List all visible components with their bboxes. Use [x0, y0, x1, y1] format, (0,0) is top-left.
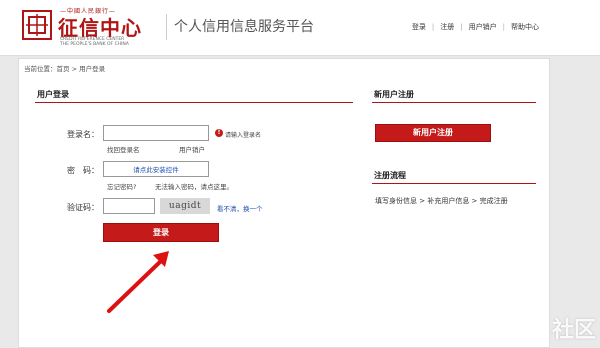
help-center-link[interactable]: 帮助中心 [511, 23, 539, 31]
site-watermark: 社区 [551, 318, 596, 343]
breadcrumb: 当前位置：首页 > 用户登录 [24, 65, 106, 73]
cannot-input-password-link[interactable]: 无法输入密码，请点这里。 [155, 181, 233, 191]
username-input[interactable] [103, 125, 209, 141]
process-section-title: 注册流程 [374, 171, 406, 180]
link-separator: | [502, 23, 505, 31]
install-control-link[interactable]: 请点此安装控件 [104, 162, 208, 178]
username-label: 登录名： [67, 130, 99, 139]
captcha-refresh: 看不清，换一个 [217, 203, 263, 213]
register-process-steps: 填写身份信息 > 补充用户信息 > 完成注册 [375, 197, 508, 205]
logo-english: CREDIT REFERENCE CENTER THE PEOPLE'S BAN… [60, 37, 160, 47]
captcha-image[interactable]: uagidt [160, 198, 210, 214]
warning-icon: ! [215, 129, 223, 137]
top-links: 登录 | 注册 | 用户销户 | 帮助中心 [409, 22, 542, 32]
login-title-underline [35, 102, 353, 103]
captcha-refresh-link[interactable]: 换一个 [243, 205, 263, 213]
password-label: 密 码： [67, 166, 99, 175]
captcha-label: 验证码： [67, 203, 99, 212]
login-section-title: 用户登录 [37, 90, 69, 99]
process-title-underline [372, 183, 536, 184]
login-button[interactable]: 登录 [103, 223, 219, 242]
new-user-register-button[interactable]: 新用户注册 [375, 124, 491, 142]
link-separator: | [431, 23, 435, 31]
captcha-input[interactable] [103, 198, 155, 214]
platform-title: 个人信用信息服务平台 [174, 19, 314, 35]
cancel-account-link[interactable]: 用户销户 [469, 23, 497, 31]
forgot-username-link[interactable]: 找回登录名 [107, 144, 140, 154]
cancel-account-link[interactable]: 用户销户 [179, 144, 205, 154]
login-link[interactable]: 登录 [412, 23, 426, 31]
logo-english-line2: THE PEOPLE'S BANK OF CHINA [60, 42, 129, 47]
main-content: 当前位置：首页 > 用户登录 用户登录 登录名： ! 请输入登录名 找回登录名 … [18, 58, 550, 348]
password-control-box[interactable]: 请点此安装控件 [103, 161, 209, 177]
link-separator: | [460, 23, 463, 31]
register-title-underline [372, 102, 536, 103]
credit-center-logo[interactable]: —中國人民銀行— 征信中心 CREDIT REFERENCE CENTER TH… [22, 6, 162, 50]
register-link[interactable]: 注册 [440, 23, 454, 31]
credit-center-emblem-icon [22, 10, 52, 40]
register-section-title: 新用户注册 [374, 90, 414, 99]
username-hint: 请输入登录名 [225, 132, 262, 139]
captcha-unclear-text: 看不清， [217, 205, 243, 213]
site-header: —中國人民銀行— 征信中心 CREDIT REFERENCE CENTER TH… [0, 0, 600, 56]
header-divider [166, 14, 167, 40]
forgot-password-link[interactable]: 忘记密码? [107, 181, 136, 191]
red-arrow-annotation-icon [107, 251, 169, 313]
